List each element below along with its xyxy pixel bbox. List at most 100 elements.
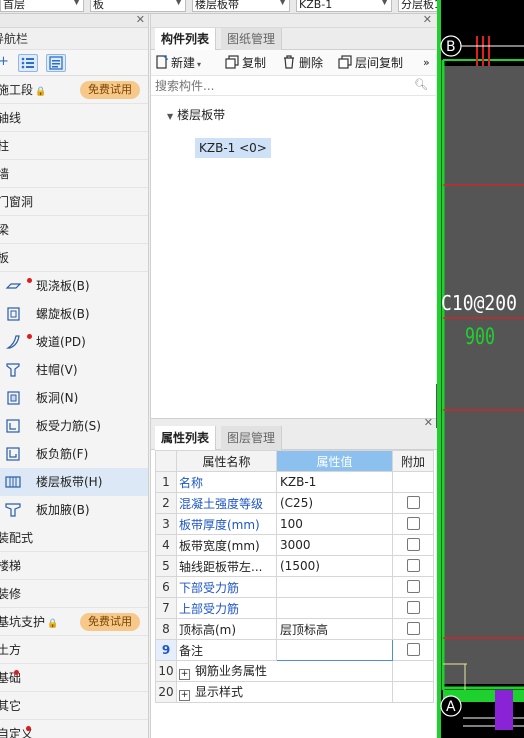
nav-group-label: 土方 bbox=[0, 643, 22, 657]
more-button[interactable]: » bbox=[423, 54, 430, 72]
extra-checkbox[interactable] bbox=[406, 538, 420, 551]
nav-item-ramp[interactable]: 坡道(PD) bbox=[0, 328, 148, 356]
property-value[interactable]: (C25) bbox=[276, 492, 393, 514]
extra-checkbox[interactable] bbox=[406, 601, 420, 614]
property-value[interactable]: KZB-1 bbox=[276, 471, 393, 493]
tab-property-list[interactable]: 属性列表 bbox=[155, 426, 217, 450]
category-select[interactable]: 板 ▼ bbox=[90, 0, 186, 12]
tree-node-floor-slab-strip[interactable]: ▼ 楼层板带 bbox=[167, 106, 225, 123]
nav-item-slab-opening[interactable]: 板洞(N) bbox=[0, 384, 148, 412]
nav-group-other[interactable]: 其它 bbox=[0, 692, 148, 720]
nav-group-slab[interactable]: 板 bbox=[0, 244, 148, 272]
nav-group-openings[interactable]: 门窗洞 bbox=[0, 188, 148, 216]
add-icon[interactable]: + bbox=[0, 54, 9, 69]
property-table-header: 属性名称 属性值 附加 bbox=[155, 450, 434, 472]
nav-item-floor-slab-strip[interactable]: 楼层板带(H) bbox=[0, 468, 148, 496]
floor-copy-icon bbox=[338, 55, 352, 69]
nav-group-label: 墙 bbox=[0, 160, 9, 188]
nav-group-custom[interactable]: 自定义 bbox=[0, 720, 148, 738]
close-icon[interactable]: ✕ bbox=[136, 14, 145, 26]
close-icon[interactable]: ✕ bbox=[423, 13, 432, 26]
extra-checkbox[interactable] bbox=[406, 496, 420, 509]
property-row[interactable]: 9 备注 bbox=[155, 639, 434, 661]
nav-item-cast-slab[interactable]: 现浇板(B) bbox=[0, 272, 148, 300]
property-row[interactable]: 4 板带宽度(mm) 3000 bbox=[155, 534, 434, 556]
nav-group-stairs[interactable]: 楼梯 bbox=[0, 552, 148, 580]
component-panel-header: ✕ bbox=[151, 13, 436, 28]
floor-copy-button-label: 层间复制 bbox=[355, 56, 404, 70]
nav-item-label: 坡道(PD) bbox=[36, 335, 86, 349]
property-value[interactable]: 3000 bbox=[276, 534, 393, 556]
extra-checkbox[interactable] bbox=[406, 517, 420, 530]
type-select[interactable]: 楼层板带 ▼ bbox=[192, 0, 290, 12]
component-select[interactable]: KZB-1 ▼ bbox=[296, 0, 392, 12]
nav-group-prefab[interactable]: 装配式 bbox=[0, 524, 148, 552]
nav-group-label: 板 bbox=[0, 244, 9, 272]
extra-checkbox[interactable] bbox=[406, 580, 420, 593]
nav-group-earthwork[interactable]: 土方 bbox=[0, 636, 148, 664]
tab-component-list[interactable]: 构件列表 bbox=[155, 28, 217, 50]
property-row[interactable]: 5 轴线距板带左... (1500) bbox=[155, 555, 434, 577]
nav-item-slab-haunch[interactable]: 板加腋(B) bbox=[0, 496, 148, 524]
search-icon[interactable]: 🔍︎ bbox=[414, 78, 428, 91]
floor-select[interactable]: 首层 ▼ bbox=[0, 0, 84, 12]
nav-item-slab-rebar[interactable]: 板受力筋(S) bbox=[0, 412, 148, 440]
property-extra-header: 附加 bbox=[392, 450, 434, 472]
component-search-input[interactable] bbox=[155, 78, 407, 94]
tab-drawing-management[interactable]: 图纸管理 bbox=[221, 28, 283, 50]
property-value[interactable]: (1500) bbox=[276, 555, 393, 577]
list-view-button[interactable] bbox=[18, 54, 38, 72]
property-row[interactable]: 1 名称 KZB-1 bbox=[155, 471, 434, 493]
new-button[interactable]: 新建 ▾ bbox=[155, 54, 201, 72]
nav-group-label: 装配式 bbox=[0, 531, 34, 545]
nav-group-wall[interactable]: 墙 bbox=[0, 160, 148, 188]
detail-view-button[interactable] bbox=[46, 54, 66, 72]
property-table: 属性名称 属性值 附加 1 名称 KZB-1 2 混凝土强度等级 (C25) 3… bbox=[155, 450, 434, 703]
property-row[interactable]: 8 顶标高(m) 层顶标高 bbox=[155, 618, 434, 640]
nav-item-spiral-slab[interactable]: 螺旋板(B) bbox=[0, 300, 148, 328]
nav-group-axis[interactable]: 轴线 bbox=[0, 104, 148, 132]
property-row[interactable]: 7 上部受力筋 bbox=[155, 597, 434, 619]
extra-checkbox[interactable] bbox=[406, 622, 420, 635]
row-number: 20 bbox=[155, 681, 177, 703]
free-trial-badge[interactable]: 免费试用 bbox=[80, 81, 140, 99]
tree-item-kzb-1[interactable]: KZB-1 <0> bbox=[195, 138, 271, 158]
component-select-value: KZB-1 bbox=[299, 0, 333, 11]
property-group-row[interactable]: 20 + 显示样式 bbox=[155, 681, 434, 703]
nav-group-decoration[interactable]: 装修 bbox=[0, 580, 148, 608]
component-toolbar: 新建 ▾ 复制 删除 层间复制 » bbox=[151, 50, 436, 76]
property-value[interactable]: 层顶标高 bbox=[276, 618, 393, 640]
nav-group-foundation[interactable]: 基础 bbox=[0, 664, 148, 692]
chevron-down-icon: ▼ bbox=[381, 0, 388, 7]
free-trial-badge[interactable]: 免费试用 bbox=[80, 613, 140, 631]
copy-button[interactable]: 复制 bbox=[225, 54, 266, 72]
property-value[interactable]: 100 bbox=[276, 513, 393, 535]
drawing-canvas[interactable]: B A C10@200 900 bbox=[437, 0, 524, 738]
axis-label-b: B bbox=[446, 39, 456, 55]
nav-group-pit-support[interactable]: 基坑支护 🔒 免费试用 bbox=[0, 608, 148, 636]
floor-copy-button[interactable]: 层间复制 bbox=[338, 54, 403, 72]
rebar-spec-label: C10@200 bbox=[441, 291, 517, 315]
nav-group-column[interactable]: 柱 bbox=[0, 132, 148, 160]
extra-checkbox[interactable] bbox=[406, 559, 420, 572]
tree-collapse-icon[interactable]: ▼ bbox=[167, 112, 173, 121]
nav-group-construction-section[interactable]: 施工段 🔒 免费试用 bbox=[0, 76, 148, 104]
delete-button[interactable]: 删除 bbox=[282, 54, 323, 72]
property-value[interactable] bbox=[276, 597, 393, 619]
nav-group-label: 门窗洞 bbox=[0, 195, 34, 209]
property-row[interactable]: 2 混凝土强度等级 (C25) bbox=[155, 492, 434, 514]
expand-icon[interactable]: + bbox=[179, 690, 190, 701]
nav-item-column-cap[interactable]: 柱帽(V) bbox=[0, 356, 148, 384]
expand-icon[interactable]: + bbox=[179, 669, 190, 680]
property-name-header: 属性名称 bbox=[176, 450, 277, 472]
property-value-editor[interactable] bbox=[276, 639, 393, 661]
extra-checkbox[interactable] bbox=[406, 643, 420, 656]
property-group-row[interactable]: 10 + 钢筋业务属性 bbox=[155, 660, 434, 682]
nav-item-negative-rebar[interactable]: 板负筋(F) bbox=[0, 440, 148, 468]
tab-layer-management[interactable]: 图层管理 bbox=[221, 426, 283, 450]
nav-group-beam[interactable]: 梁 bbox=[0, 216, 148, 244]
property-value[interactable] bbox=[276, 576, 393, 598]
property-value-header: 属性值 bbox=[276, 450, 393, 472]
property-row[interactable]: 6 下部受力筋 bbox=[155, 576, 434, 598]
property-row[interactable]: 3 板带厚度(mm) 100 bbox=[155, 513, 434, 535]
